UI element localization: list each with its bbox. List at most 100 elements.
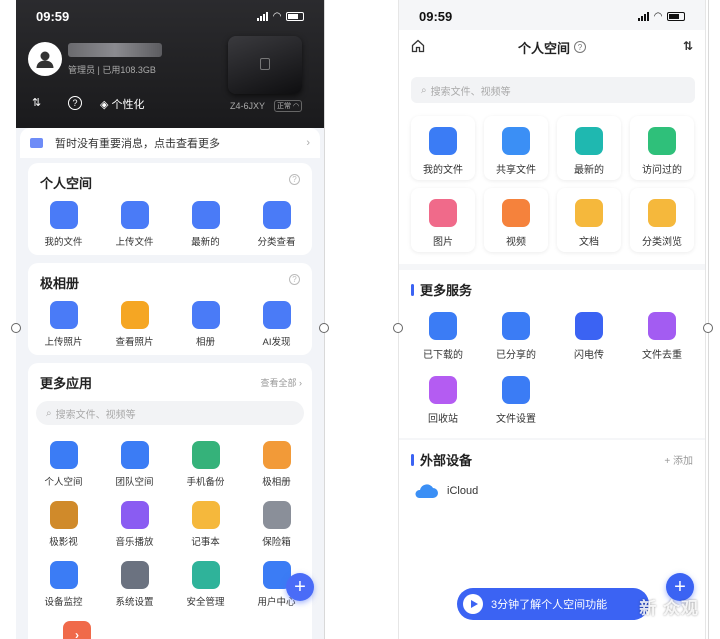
help-button[interactable]: ? [68,96,82,110]
signal-icon [638,11,650,21]
selection-handle[interactable] [703,323,713,333]
selection-handle[interactable] [11,323,21,333]
item-label: 相册 [195,337,215,348]
search-icon: ⌕ [421,84,427,96]
service-item[interactable]: 已分享的 [484,312,548,361]
role-storage: 管理员 | 已用108.3GB [68,65,156,75]
personalize-button[interactable]: ◈ 个性化 [100,96,144,112]
tile-label: 我的文件 [423,165,463,176]
app-item[interactable]: 设备监控 [28,561,99,608]
help-icon[interactable]: ? [574,41,586,53]
card-title: 更多应用 [40,376,93,391]
item-label: AI发现 [262,337,291,348]
help-icon[interactable]: ? [289,274,300,285]
left-phone-screen: 09:59 ◠ 管理员 | 已用108.3GB Z4-6JXY 正常 ◠ ⇅ ?… [16,0,324,639]
music-icon [120,501,149,529]
bag-icon [191,201,220,229]
app-item[interactable]: 上传照片 [28,301,99,348]
right-phone-screen: 09:59 ◠ 个人空间 ? ⇅ ⌕ 搜索文件、视频等 我的文件 共享文件 最新的 访… [398,0,706,639]
search-icon: ⌕ [46,407,52,419]
top-nav: 个人空间 ? ⇅ [399,30,705,64]
sort-button[interactable]: ⇅ [32,96,41,109]
banner-text: 3分钟了解个人空间功能 [491,599,608,611]
search-input[interactable]: ⌕ 搜索文件、视频等 [36,401,304,425]
tile-label: 图片 [433,237,453,248]
screenshot-stage: 09:59 ◠ 管理员 | 已用108.3GB Z4-6JXY 正常 ◠ ⇅ ?… [0,0,720,639]
tile-item[interactable]: 视频 [484,188,548,252]
app-item[interactable]: 分类查看 [241,201,312,248]
tile-item[interactable]: 我的文件 [411,116,475,180]
nas-device-image[interactable] [228,36,302,94]
more-apps-card: 更多应用 查看全部 › ⌕ 搜索文件、视频等 个人空间 团队空间 手机备份 极相册 极… [28,363,312,639]
app-item[interactable]: 安全管理 [170,561,241,608]
avatar[interactable] [28,42,62,76]
item-label: 查看照片 [115,337,154,348]
see-all-link[interactable]: 查看全部 › [261,376,303,389]
notice-bar[interactable]: 暂时没有重要消息，点击查看更多 › [20,128,320,158]
service-item[interactable]: 闪电传 [557,312,621,361]
service-label: 文件设置 [496,414,536,425]
device-label: iCloud [447,485,479,497]
layers-icon: ◈ [100,98,109,111]
item-label: 系统设置 [115,597,154,608]
help-icon[interactable]: ? [289,174,300,185]
user-icon [36,51,54,68]
notice-text: 暂时没有重要消息，点击查看更多 [55,138,220,150]
tile-item[interactable]: 文档 [557,188,621,252]
device-status-badge: 正常 ◠ [274,100,303,112]
service-label: 文件去重 [642,350,682,361]
add-device-button[interactable]: + 添加 [664,452,693,467]
tile-item[interactable]: 分类浏览 [630,188,694,252]
item-label: 上传照片 [44,337,83,348]
app-item[interactable]: 团队空间 [99,441,170,488]
app-item[interactable]: 系统设置 [99,561,170,608]
service-item[interactable]: 文件设置 [484,376,548,425]
home-icon[interactable] [411,39,425,53]
app-item[interactable]: 极影视 [28,501,99,548]
tile-item[interactable]: 共享文件 [484,116,548,180]
tile-item[interactable]: 图片 [411,188,475,252]
app-item[interactable]: 上传文件 [99,201,170,248]
shared-folder-icon [502,127,530,155]
tile-item[interactable]: 最新的 [557,116,621,180]
item-label: 最新的 [191,237,220,248]
album-card: 极相册 ? 上传照片 查看照片 相册 AI发现 [28,263,312,355]
app-item[interactable]: 最新的 [170,201,241,248]
app-item[interactable]: 记事本 [170,501,241,548]
item-label: 分类查看 [257,237,296,248]
file-settings-icon [502,376,530,404]
sort-icon[interactable]: ⇅ [683,39,693,53]
app-item[interactable]: AI发现 [241,301,312,348]
app-item[interactable]: 我的文件 [28,201,99,248]
service-item[interactable]: 已下载的 [411,312,475,361]
app-item[interactable]: 保险箱 [241,501,312,548]
item-label: 上传文件 [115,237,154,248]
status-time: 09:59 [36,8,70,24]
app-item[interactable]: 极相册 [241,441,312,488]
app-item[interactable]: 相册 [170,301,241,348]
service-label: 已下载的 [423,350,463,361]
item-label: 保险箱 [262,537,291,548]
device-item-icloud[interactable]: iCloud [413,482,478,500]
service-item[interactable]: 文件去重 [630,312,694,361]
pie-icon [262,201,291,229]
tile-item[interactable]: 访问过的 [630,116,694,180]
app-item[interactable]: 查看照片 [99,301,170,348]
app-item[interactable]: 手机备份 [170,441,241,488]
personal-space-panel: ⌕ 搜索文件、视频等 我的文件 共享文件 最新的 访问过的图片 视频 文档 分类浏览 [399,64,705,264]
intro-video-banner[interactable]: 3分钟了解个人空间功能 [457,588,649,620]
username-blurred [68,43,162,57]
app-item[interactable]: 音乐播放 [99,501,170,548]
app-item[interactable]: 个人空间 [28,441,99,488]
item-label: 记事本 [191,537,220,548]
app-icon-partial[interactable]: › [63,621,91,639]
selection-handle[interactable] [393,323,403,333]
search-input[interactable]: ⌕ 搜索文件、视频等 [411,77,695,103]
status-time: 09:59 [419,8,453,24]
image-icon [429,199,457,227]
service-item[interactable]: 回收站 [411,376,475,425]
add-fab-button[interactable]: + [286,573,314,601]
mail-icon [30,138,43,148]
selection-handle[interactable] [319,323,329,333]
status-bar: 09:59 ◠ [16,6,324,26]
